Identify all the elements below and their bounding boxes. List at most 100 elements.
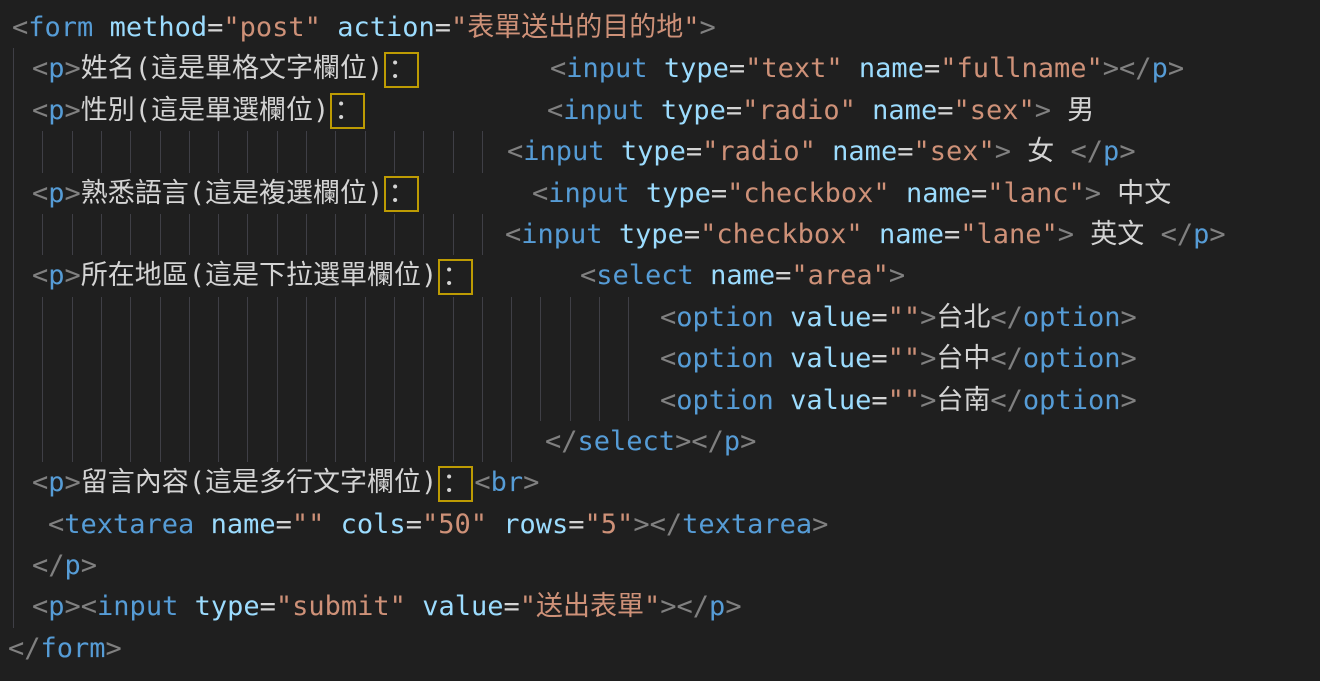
indent-guide bbox=[453, 338, 454, 379]
punctuation-token: ></ bbox=[633, 509, 682, 540]
code-segment: <option value="">台北</option> bbox=[660, 297, 1137, 338]
attribute-name-token: name bbox=[906, 178, 971, 209]
indent-guide bbox=[218, 214, 219, 255]
punctuation-token: > bbox=[1120, 302, 1136, 333]
attribute-value-token: "sex" bbox=[953, 95, 1034, 126]
plain-text-token: = bbox=[276, 509, 292, 540]
indent-guide bbox=[365, 297, 366, 338]
indent-guide bbox=[160, 338, 161, 379]
indent-guide bbox=[13, 421, 14, 462]
code-segment: <option value="">台南</option> bbox=[660, 380, 1137, 421]
attribute-value-token: "fullname" bbox=[940, 53, 1103, 84]
plain-text-token: 台中 bbox=[936, 343, 990, 374]
tag-name-token: option bbox=[1023, 385, 1121, 416]
plain-text-token bbox=[694, 260, 710, 291]
attribute-name-token: name bbox=[872, 95, 937, 126]
plain-text-token: = bbox=[503, 591, 519, 622]
punctuation-token: </ bbox=[8, 633, 41, 664]
indent-guide bbox=[130, 380, 131, 421]
attribute-value-token: "lanc" bbox=[987, 178, 1085, 209]
plain-text-token: = bbox=[568, 509, 584, 540]
plain-text-token: = bbox=[729, 53, 745, 84]
indent-guide bbox=[160, 214, 161, 255]
punctuation-token: > bbox=[106, 633, 122, 664]
punctuation-token: ></ bbox=[675, 426, 724, 457]
punctuation-token: > bbox=[1085, 178, 1101, 209]
punctuation-token: < bbox=[660, 343, 676, 374]
indent-guide bbox=[13, 338, 14, 379]
tag-name-token: p bbox=[709, 591, 725, 622]
punctuation-token: < bbox=[505, 219, 521, 250]
indent-guide bbox=[101, 297, 102, 338]
indent-guide bbox=[13, 504, 14, 545]
indent-guide bbox=[130, 421, 131, 462]
indent-guide bbox=[72, 214, 73, 255]
indent-guide bbox=[42, 338, 43, 379]
plain-text-token: 男 bbox=[1051, 95, 1094, 126]
indent-guide bbox=[218, 380, 219, 421]
code-segment: <p>熟悉語言(這是複選欄位)： bbox=[32, 173, 420, 214]
plain-text-token bbox=[890, 178, 906, 209]
attribute-name-token: value bbox=[790, 385, 871, 416]
indent-guide bbox=[277, 131, 278, 172]
attribute-name-token: type bbox=[664, 53, 729, 84]
ambiguous-unicode-character-box: ： bbox=[438, 466, 473, 502]
indent-guide bbox=[423, 421, 424, 462]
code-line-13: <textarea name="" cols="50" rows="5"></t… bbox=[0, 504, 1320, 545]
tag-name-token: p bbox=[48, 467, 64, 498]
indent-guide bbox=[247, 131, 248, 172]
plain-text-token: = bbox=[684, 219, 700, 250]
indent-guide bbox=[599, 297, 600, 338]
attribute-name-token: name bbox=[211, 509, 276, 540]
plain-text-token bbox=[321, 12, 337, 43]
indent-guide bbox=[72, 338, 73, 379]
attribute-name-token: type bbox=[195, 591, 260, 622]
indent-guide bbox=[570, 380, 571, 421]
punctuation-token: > bbox=[812, 509, 828, 540]
indent-guide bbox=[306, 214, 307, 255]
indent-guide bbox=[101, 421, 102, 462]
code-segment: <input type="text" name="fullname"></p> bbox=[550, 48, 1184, 89]
code-segment: <textarea name="" cols="50" rows="5"></t… bbox=[48, 504, 828, 545]
indent-guide bbox=[13, 173, 14, 214]
attribute-value-token: "表單送出的目的地" bbox=[451, 12, 700, 43]
code-line-9: <option value="">台中</option> bbox=[0, 338, 1320, 379]
indent-guide bbox=[453, 380, 454, 421]
punctuation-token: </ bbox=[32, 550, 65, 581]
punctuation-token: > bbox=[1035, 95, 1051, 126]
plain-text-token: 女 bbox=[1011, 136, 1071, 167]
code-segment: <input type="checkbox" name="lanc"> 中文 bbox=[532, 173, 1171, 214]
punctuation-token: < bbox=[32, 95, 48, 126]
indent-guide bbox=[189, 131, 190, 172]
attribute-value-token: "post" bbox=[223, 12, 321, 43]
plain-text-token bbox=[648, 53, 664, 84]
punctuation-token: < bbox=[32, 178, 48, 209]
indent-guide bbox=[394, 380, 395, 421]
attribute-value-token: "" bbox=[888, 385, 921, 416]
code-line-11: </select></p> bbox=[0, 421, 1320, 462]
indent-guide bbox=[160, 131, 161, 172]
plain-text-token bbox=[856, 95, 872, 126]
indent-guide bbox=[482, 380, 483, 421]
indent-guide bbox=[277, 421, 278, 462]
indent-guide bbox=[13, 297, 14, 338]
indent-guide bbox=[540, 297, 541, 338]
attribute-name-token: type bbox=[661, 95, 726, 126]
code-line-7: <p>所在地區(這是下拉選單欄位)：<select name="area"> bbox=[0, 255, 1320, 296]
indent-guide bbox=[189, 297, 190, 338]
plain-text-token: 英文 bbox=[1074, 219, 1161, 250]
indent-guide bbox=[570, 338, 571, 379]
plain-text-token: 留言內容(這是多行文字欄位) bbox=[81, 467, 438, 498]
code-segment: <p>性別(這是單選欄位)： bbox=[32, 90, 366, 131]
indent-guide bbox=[453, 214, 454, 255]
code-editor-area[interactable]: <form method="post" action="表單送出的目的地"><p… bbox=[0, 0, 1320, 669]
tag-name-token: select bbox=[596, 260, 694, 291]
plain-text-token: = bbox=[406, 509, 422, 540]
indent-guide bbox=[365, 214, 366, 255]
punctuation-token: < bbox=[532, 178, 548, 209]
attribute-value-token: "sex" bbox=[913, 136, 994, 167]
indent-guide bbox=[247, 214, 248, 255]
ambiguous-unicode-character-box: ： bbox=[330, 93, 365, 129]
indent-guide bbox=[394, 297, 395, 338]
indent-guide bbox=[540, 338, 541, 379]
